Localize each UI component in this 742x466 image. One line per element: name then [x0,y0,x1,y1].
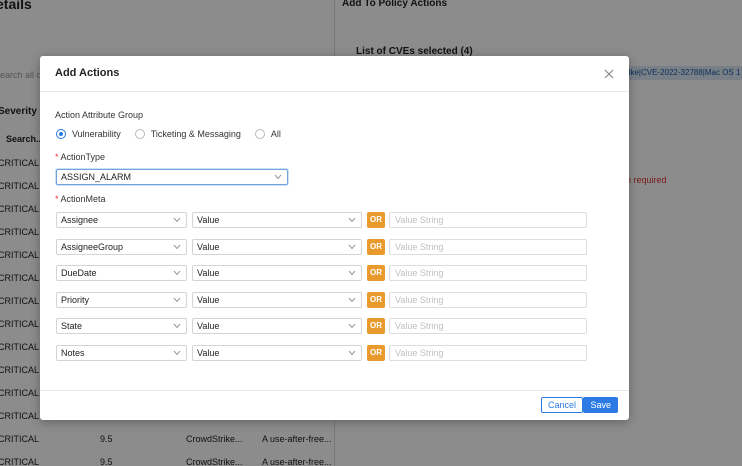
action-type-label: * ActionType [55,152,106,162]
save-button[interactable]: Save [583,397,618,413]
meta-type-select[interactable]: Value [192,318,362,334]
chevron-down-icon [348,244,356,250]
or-badge: OR [367,318,385,334]
meta-field-select[interactable]: Assignee [56,212,187,228]
meta-type-value: Value [197,215,220,225]
required-asterisk: * [55,194,59,204]
radio-button[interactable] [254,129,265,139]
value-string-input[interactable] [389,345,587,361]
meta-type-select[interactable]: Value [192,345,362,361]
chevron-down-icon [173,270,181,276]
meta-type-value: Value [197,295,220,305]
meta-type-select[interactable]: Value [192,265,362,281]
chevron-down-icon [173,217,181,223]
close-icon[interactable] [602,67,616,81]
or-badge: OR [367,265,385,281]
radio-vulnerability[interactable]: Vulnerability [56,129,121,139]
meta-type-value: Value [197,348,220,358]
meta-type-select[interactable]: Value [192,239,362,255]
meta-type-select[interactable]: Value [192,212,362,228]
chevron-down-icon [348,350,356,356]
chevron-down-icon [173,244,181,250]
add-actions-modal: Add Actions Action Attribute Group Vulne… [40,56,629,420]
or-badge: OR [367,345,385,361]
meta-field-select[interactable]: State [56,318,187,334]
meta-field-value: DueDate [61,268,97,278]
meta-field-select[interactable]: Notes [56,345,187,361]
or-badge: OR [367,212,385,228]
chevron-down-icon [348,270,356,276]
radio-ticketing-messaging[interactable]: Ticketing & Messaging [134,129,241,139]
value-string-input[interactable] [389,239,587,255]
chevron-down-icon [173,323,181,329]
modal-title: Add Actions [55,67,120,79]
meta-field-select[interactable]: AssigneeGroup [56,239,187,255]
meta-field-value: State [61,321,83,331]
chevron-down-icon [348,217,356,223]
value-string-input[interactable] [389,318,587,334]
chevron-down-icon [348,323,356,329]
chevron-down-icon [173,297,181,303]
radio-label: Ticketing & Messaging [150,129,241,139]
meta-field-value: AssigneeGroup [61,242,124,252]
radio-all[interactable]: All [254,129,281,139]
meta-type-value: Value [197,268,220,278]
modal-footer: Cancel Save [40,390,629,420]
radio-button[interactable] [56,129,66,139]
modal-header: Add Actions [40,56,629,92]
radio-label: All [270,129,281,139]
meta-field-value: Assignee [61,215,99,225]
attr-group-radio-group: Vulnerability Ticketing & Messaging All [56,129,295,139]
value-string-input[interactable] [389,292,587,308]
radio-label: Vulnerability [72,129,121,139]
meta-type-select[interactable]: Value [192,292,362,308]
meta-type-value: Value [197,242,220,252]
action-meta-label: * ActionMeta [55,194,106,204]
meta-field-value: Notes [61,348,85,358]
action-type-value: ASSIGN_ALARM [61,172,132,182]
meta-field-select[interactable]: Priority [56,292,187,308]
value-string-input[interactable] [389,265,587,281]
attr-group-label: Action Attribute Group [55,110,144,120]
or-badge: OR [367,292,385,308]
radio-button[interactable] [134,129,145,139]
meta-field-select[interactable]: DueDate [56,265,187,281]
chevron-down-icon [274,174,282,180]
value-string-input[interactable] [389,212,587,228]
required-asterisk: * [55,152,59,162]
chevron-down-icon [348,297,356,303]
or-badge: OR [367,239,385,255]
meta-type-value: Value [197,321,220,331]
cancel-button[interactable]: Cancel [540,397,583,413]
chevron-down-icon [173,350,181,356]
meta-field-value: Priority [61,295,90,305]
action-type-select[interactable]: ASSIGN_ALARM [56,169,288,185]
